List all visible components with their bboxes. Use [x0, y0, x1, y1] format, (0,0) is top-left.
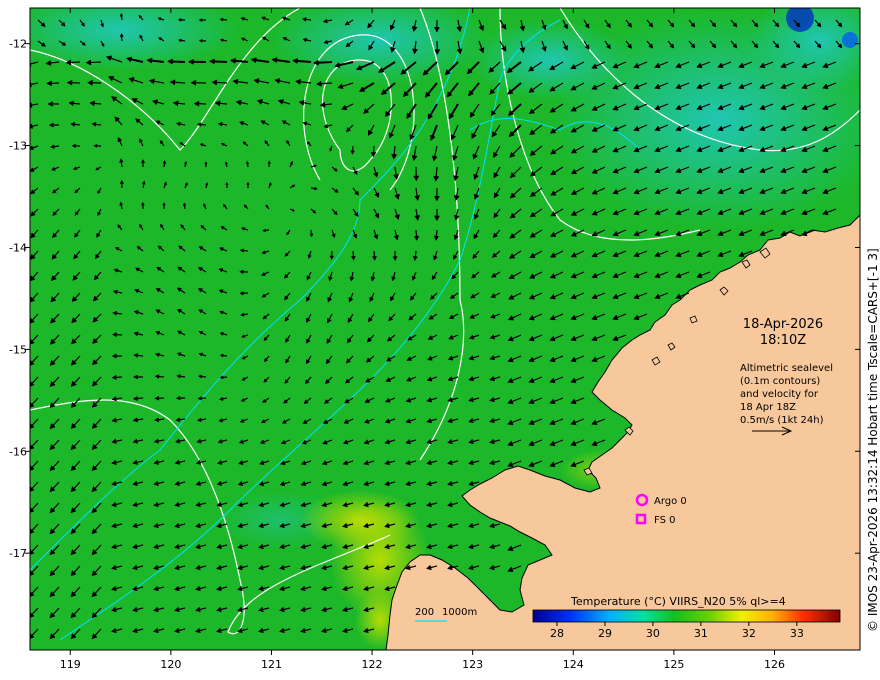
- annotation-line: 18 Apr 18Z: [740, 402, 796, 413]
- colorbar-title: Temperature (°C) VIIRS_N20 5% ql>=4: [570, 595, 786, 608]
- isobath-label-1000: 1000m: [442, 607, 477, 618]
- colorbar-tick-label: 29: [598, 627, 612, 640]
- x-tick-label: 125: [663, 658, 684, 671]
- annotation-line: 0.5m/s (1kt 24h): [740, 415, 824, 426]
- isobath-label-200: 200: [415, 607, 434, 618]
- x-tick-label: 121: [261, 658, 282, 671]
- x-tick-label: 123: [462, 658, 483, 671]
- fs-label: FS 0: [654, 515, 675, 526]
- colorbar-gradient: [532, 609, 841, 623]
- x-tick-label: 119: [60, 658, 81, 671]
- y-tick-label: -14: [9, 241, 27, 254]
- colorbar-tick-label: 33: [790, 627, 804, 640]
- x-tick-label: 126: [764, 658, 785, 671]
- sst-map: 119 120 121 122 123 124 125 126 -12 -13 -14 -15 -16…: [9, 7, 861, 671]
- colorbar-tick-label: 28: [550, 627, 564, 640]
- date-label: 18-Apr-2026: [743, 317, 823, 332]
- argo-label: Argo 0: [654, 496, 687, 507]
- annotation-line: (0.1m contours): [740, 376, 820, 387]
- annotation-line: and velocity for: [740, 389, 819, 400]
- y-tick-label: -13: [9, 140, 27, 153]
- y-tick-label: -16: [9, 445, 27, 458]
- time-label: 18:10Z: [760, 333, 806, 348]
- x-tick-label: 122: [362, 658, 383, 671]
- y-tick-label: -15: [9, 343, 27, 356]
- colorbar-tick-label: 32: [742, 627, 756, 640]
- x-tick-label: 124: [563, 658, 584, 671]
- y-tick-label: -17: [9, 547, 27, 560]
- annotation-line: Altimetric sealevel: [740, 363, 833, 374]
- colorbar-tick-label: 30: [646, 627, 660, 640]
- colorbar-tick-label: 31: [694, 627, 708, 640]
- x-tick-label: 120: [160, 658, 181, 671]
- copyright-text: © IMOS 23-Apr-2026 13:32:14 Hobart time …: [866, 248, 880, 632]
- y-tick-label: -12: [9, 38, 27, 51]
- copyright-vertical: © IMOS 23-Apr-2026 13:32:14 Hobart time …: [866, 248, 880, 632]
